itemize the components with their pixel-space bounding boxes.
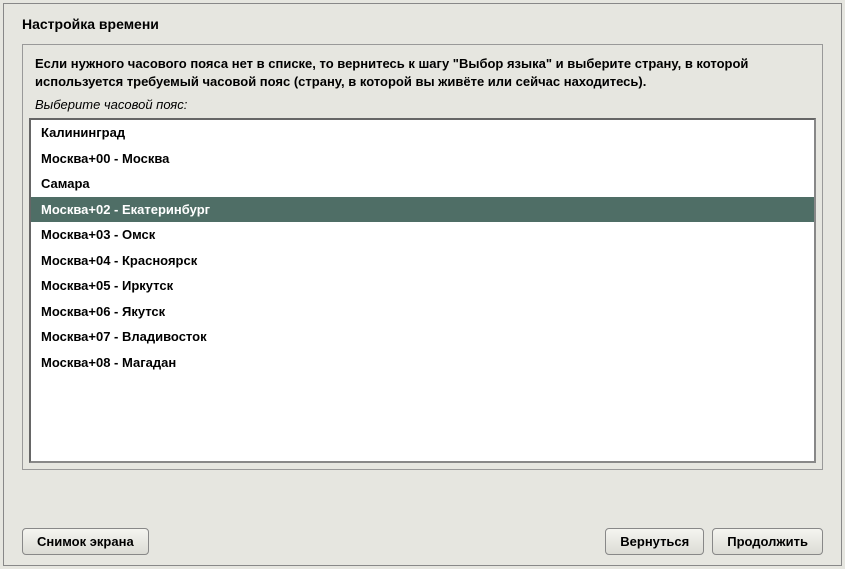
list-item[interactable]: Москва+06 - Якутск xyxy=(31,299,814,325)
help-text: Если нужного часового пояса нет в списке… xyxy=(23,45,822,95)
button-bar: Снимок экрана Вернуться Продолжить xyxy=(22,528,823,555)
button-group-left: Снимок экрана xyxy=(22,528,149,555)
list-item[interactable]: Калининград xyxy=(31,120,814,146)
button-group-right: Вернуться Продолжить xyxy=(605,528,823,555)
list-item[interactable]: Москва+00 - Москва xyxy=(31,146,814,172)
back-button[interactable]: Вернуться xyxy=(605,528,704,555)
list-item[interactable]: Москва+05 - Иркутск xyxy=(31,273,814,299)
list-item[interactable]: Москва+08 - Магадан xyxy=(31,350,814,376)
list-item[interactable]: Москва+07 - Владивосток xyxy=(31,324,814,350)
list-item[interactable]: Москва+02 - Екатеринбург xyxy=(31,197,814,223)
screenshot-button[interactable]: Снимок экрана xyxy=(22,528,149,555)
prompt-text: Выберите часовой пояс: xyxy=(23,95,822,118)
timezone-list[interactable]: КалининградМосква+00 - МоскваСамараМоскв… xyxy=(29,118,816,463)
dialog-title: Настройка времени xyxy=(4,4,841,38)
list-item[interactable]: Москва+03 - Омск xyxy=(31,222,814,248)
dialog-frame: Настройка времени Если нужного часового … xyxy=(3,3,842,566)
list-item[interactable]: Москва+04 - Красноярск xyxy=(31,248,814,274)
list-item[interactable]: Самара xyxy=(31,171,814,197)
continue-button[interactable]: Продолжить xyxy=(712,528,823,555)
content-frame: Если нужного часового пояса нет в списке… xyxy=(22,44,823,470)
